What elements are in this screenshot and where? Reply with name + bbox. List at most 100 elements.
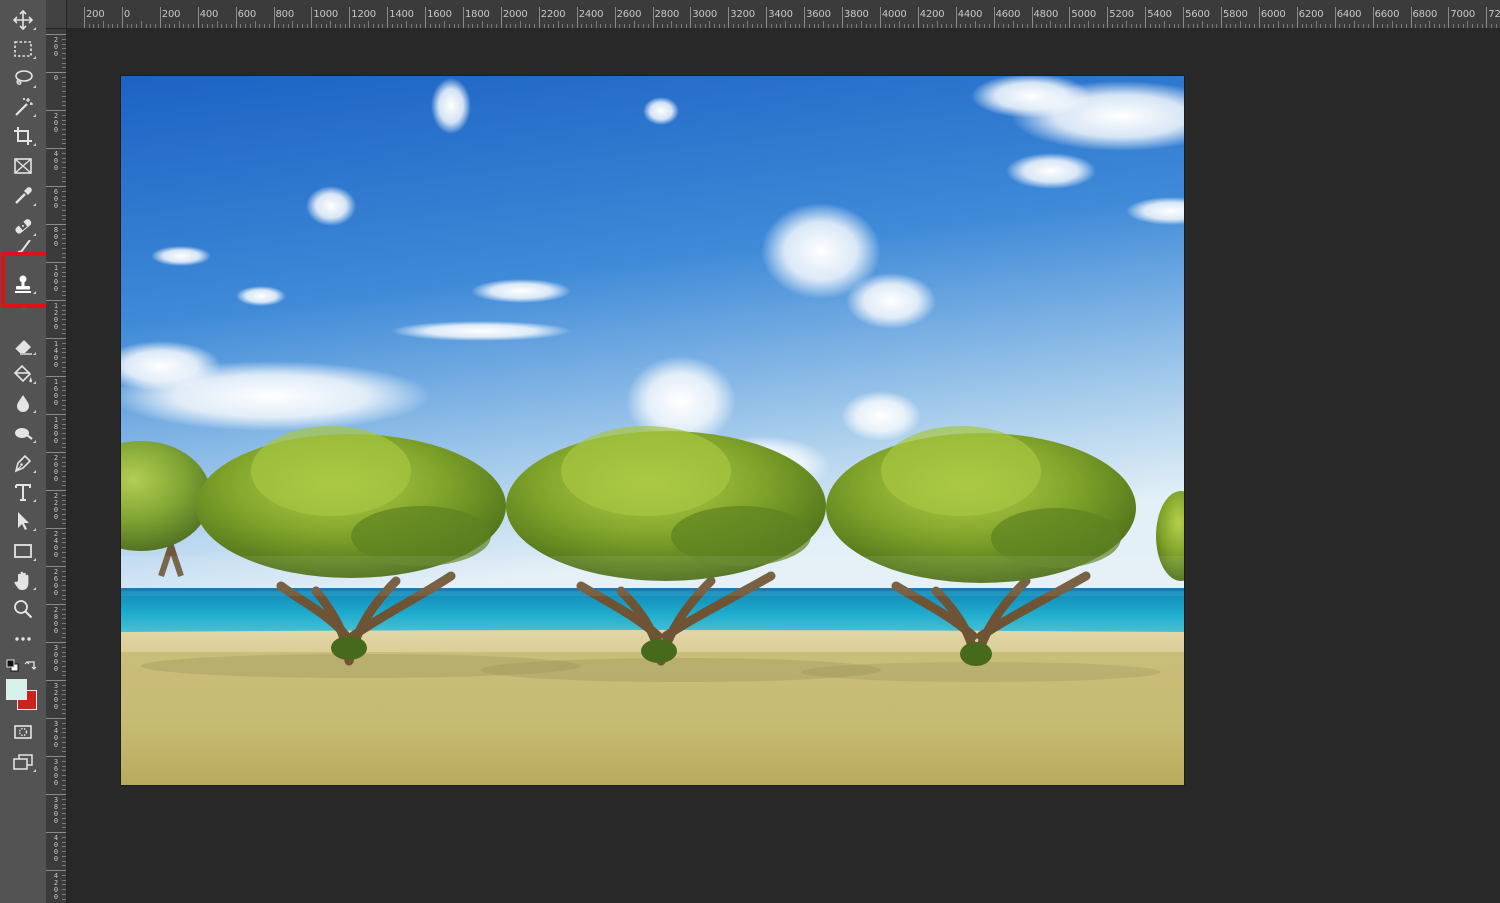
ruler-minor-tick	[62, 784, 66, 786]
rectangle-tool[interactable]	[6, 537, 40, 565]
ruler-major-tick	[46, 794, 66, 795]
ruler-minor-tick	[62, 423, 66, 425]
vertical-ruler[interactable]: 200 0 200 400 600 800 1000 1200 1400 1600 1800 2000…	[46, 28, 67, 903]
ruler-label: 0	[123, 9, 131, 20]
ruler-minor-tick	[1353, 21, 1355, 28]
marquee-tool[interactable]	[6, 35, 40, 63]
ruler-minor-tick	[62, 48, 66, 50]
ruler-minor-tick	[297, 24, 299, 28]
default-colors-button[interactable]	[6, 658, 20, 672]
ruler-minor-tick	[600, 24, 602, 28]
blur-tool[interactable]	[6, 389, 40, 417]
ruler-minor-tick	[155, 24, 157, 28]
ruler-minor-tick	[264, 24, 266, 28]
ruler-minor-tick	[62, 290, 66, 292]
ruler-major-tick	[538, 7, 540, 28]
eraser-tool[interactable]	[6, 331, 40, 359]
ruler-minor-tick	[62, 836, 66, 838]
ruler-minor-tick	[62, 608, 66, 610]
ruler-minor-tick	[1476, 24, 1478, 28]
ruler-minor-tick	[62, 585, 66, 586]
ruler-major-tick	[46, 34, 66, 35]
ruler-minor-tick	[832, 24, 834, 28]
ruler-minor-tick	[619, 24, 621, 28]
ruler-label: 800	[275, 9, 295, 20]
ruler-minor-tick	[714, 24, 716, 28]
ruler-minor-tick	[62, 841, 66, 843]
brush-tool[interactable]	[6, 240, 40, 254]
ruler-minor-tick	[1187, 24, 1189, 28]
ruler-minor-tick	[1358, 24, 1360, 28]
ruler-minor-tick	[169, 24, 171, 28]
ruler-minor-tick	[846, 24, 848, 28]
ruler-minor-tick	[62, 276, 66, 278]
ruler-minor-tick	[581, 24, 583, 28]
ruler-minor-tick	[391, 24, 393, 28]
ruler-major-tick	[46, 300, 66, 301]
ruler-minor-tick	[761, 24, 763, 28]
history-brush-tool[interactable]	[6, 308, 40, 322]
move-tool[interactable]	[6, 6, 40, 34]
zoom-tool[interactable]	[6, 595, 40, 623]
eyedropper-tool[interactable]	[6, 182, 40, 210]
horizontal-ruler[interactable]: 200 0 200 400 600 800 1000 1200 1400 1600 1800 2000…	[46, 0, 1500, 29]
ruler-minor-tick	[211, 24, 213, 28]
ruler-minor-tick	[62, 428, 66, 430]
screen-mode-button[interactable]	[6, 748, 40, 776]
ruler-minor-tick	[188, 24, 190, 28]
document-canvas[interactable]	[121, 76, 1184, 785]
ruler-minor-tick	[638, 24, 640, 28]
ruler-minor-tick	[62, 770, 66, 772]
ruler-minor-tick	[62, 570, 66, 572]
ruler-minor-tick	[62, 295, 66, 297]
ruler-minor-tick	[1055, 24, 1057, 28]
ruler-minor-tick	[164, 24, 166, 28]
ruler-minor-tick	[1026, 24, 1028, 28]
clone-stamp-tool[interactable]	[6, 270, 40, 298]
swap-colors-button[interactable]	[24, 658, 38, 672]
ruler-label: 4600	[995, 9, 1021, 20]
ruler-minor-tick	[62, 385, 66, 387]
ruler-minor-tick	[62, 143, 66, 145]
lasso-tool[interactable]	[6, 64, 40, 92]
ruler-minor-tick	[62, 537, 66, 539]
type-tool[interactable]	[6, 478, 40, 506]
ruler-minor-tick	[794, 24, 796, 28]
ruler-minor-tick	[590, 24, 592, 28]
ruler-minor-tick	[150, 24, 152, 28]
frame-tool[interactable]	[6, 152, 40, 180]
path-selection-tool[interactable]	[6, 507, 40, 535]
ruler-label: 200	[53, 36, 59, 58]
ruler-label: 3000	[692, 9, 718, 20]
ruler-minor-tick	[62, 675, 66, 677]
ruler-minor-tick	[62, 694, 66, 696]
ruler-minor-tick	[249, 24, 251, 28]
screen-mode-icon	[12, 751, 34, 773]
ruler-label: 2200	[53, 492, 59, 521]
ruler-label: 5800	[1223, 9, 1248, 20]
hand-tool[interactable]	[6, 566, 40, 594]
crop-tool[interactable]	[6, 122, 40, 150]
ruler-minor-tick	[62, 357, 66, 358]
ruler-minor-tick	[1249, 24, 1251, 28]
ruler-minor-tick	[723, 24, 725, 28]
ruler-minor-tick	[339, 24, 341, 28]
edit-toolbar-button[interactable]	[6, 625, 40, 653]
dodge-tool[interactable]	[6, 419, 40, 447]
quick-mask-button[interactable]	[6, 718, 40, 746]
magic-wand-tool[interactable]	[6, 93, 40, 121]
healing-brush-tool[interactable]	[6, 212, 40, 240]
ruler-minor-tick	[240, 24, 242, 28]
ruler-minor-tick	[62, 247, 66, 249]
ruler-label: 2600	[53, 568, 59, 597]
foreground-color-swatch[interactable]	[6, 679, 27, 700]
paint-bucket-tool[interactable]	[6, 360, 40, 388]
ruler-minor-tick	[62, 480, 66, 482]
ruler-minor-tick	[62, 860, 66, 862]
pen-tool[interactable]	[6, 449, 40, 477]
ruler-origin[interactable]	[46, 0, 67, 29]
ruler-minor-tick	[936, 21, 938, 28]
ruler-minor-tick	[1491, 24, 1493, 28]
ruler-minor-tick	[62, 637, 66, 639]
ruler-minor-tick	[62, 418, 66, 420]
